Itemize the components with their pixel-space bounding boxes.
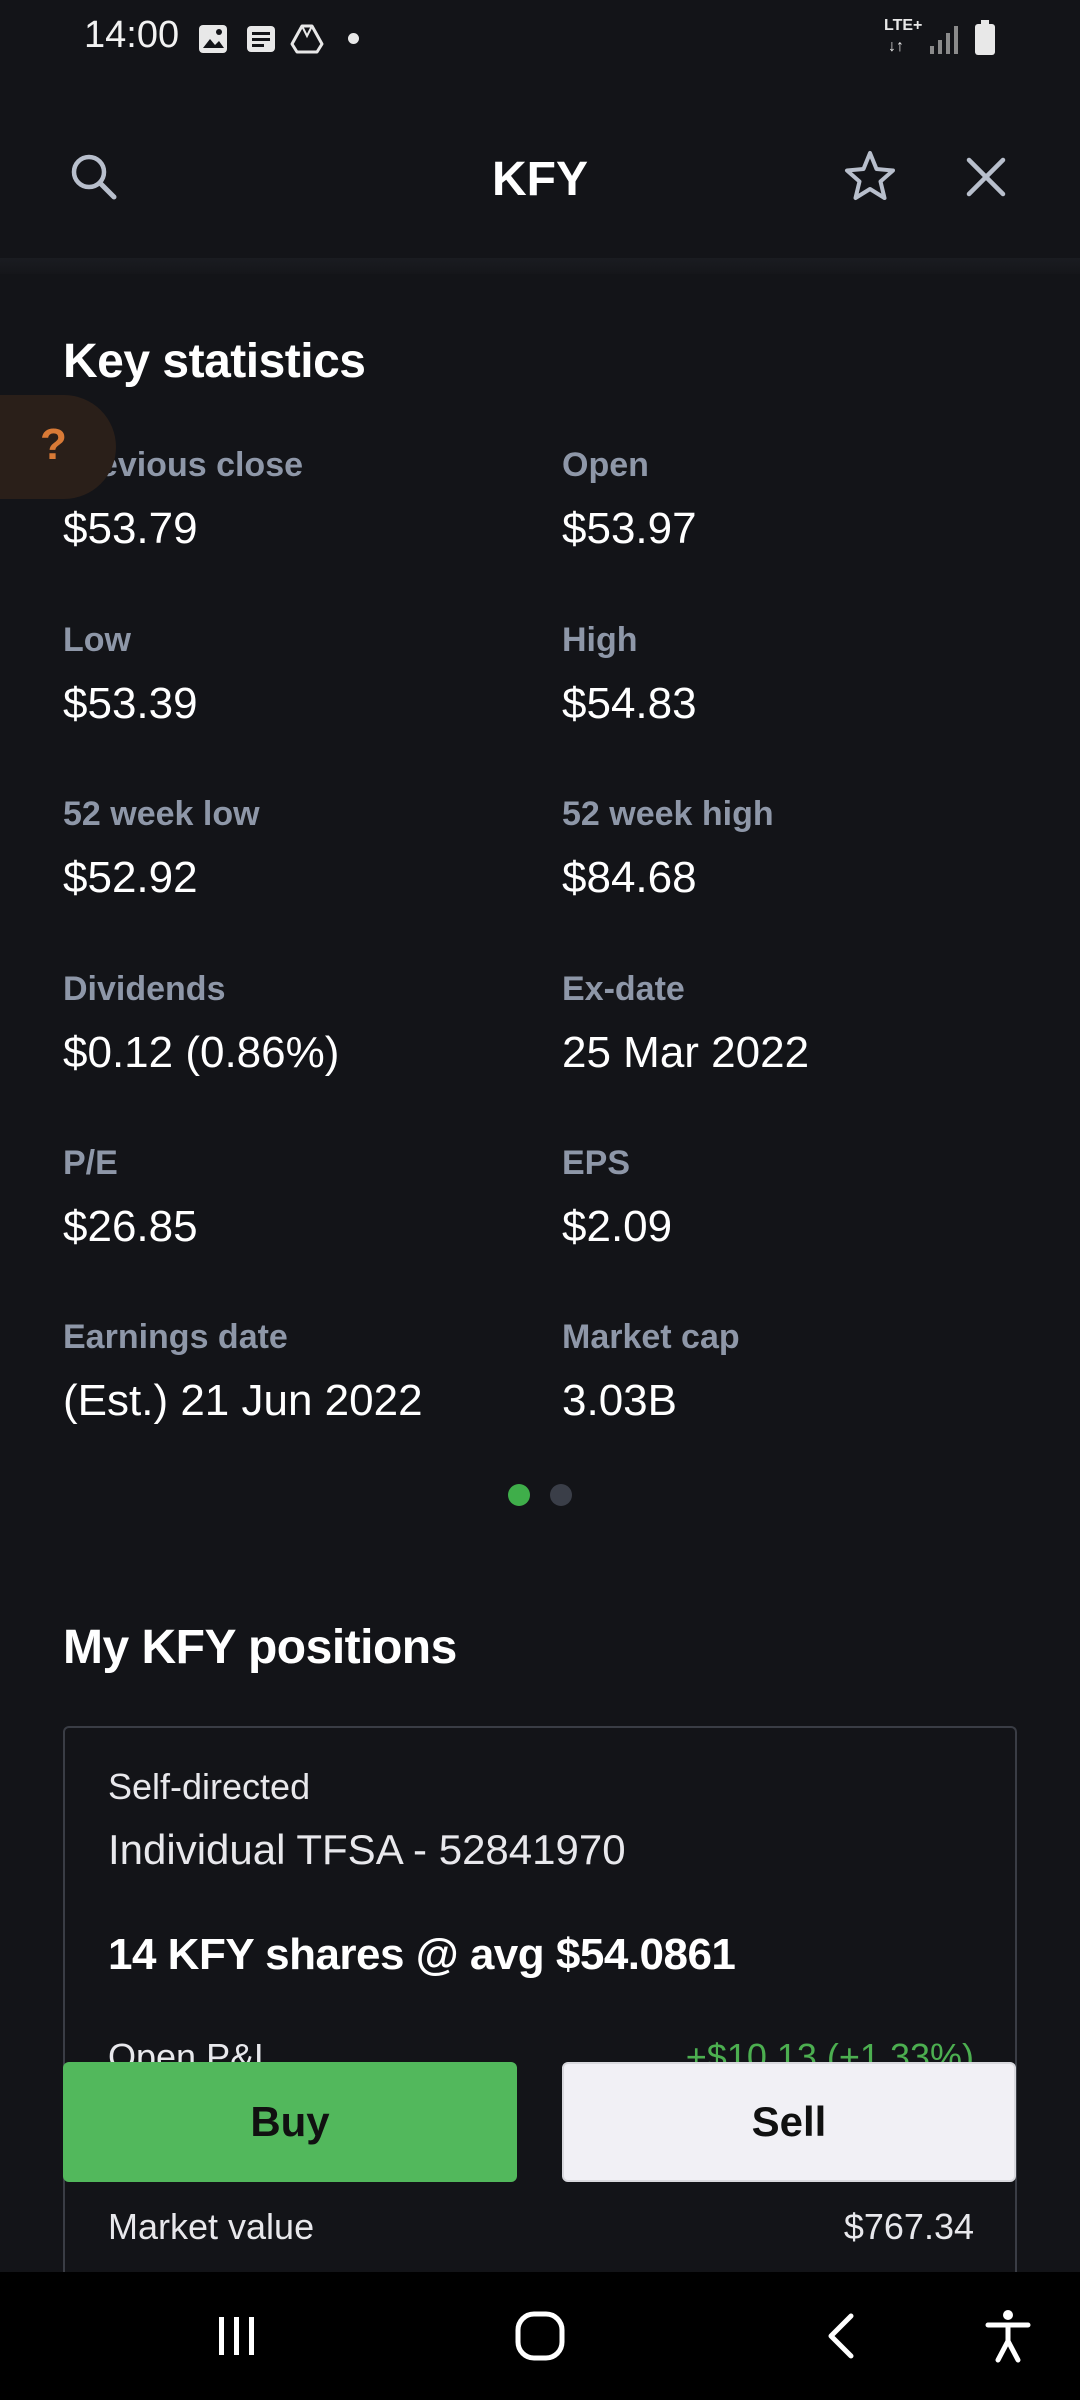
stat-eps: EPS $2.09 bbox=[562, 1144, 1022, 1252]
stat-value: $53.79 bbox=[63, 504, 198, 553]
stat-value: $54.83 bbox=[562, 679, 697, 728]
positions-title: My KFY positions bbox=[63, 1621, 457, 1674]
stat-open: Open $53.97 bbox=[562, 446, 1022, 554]
stat-value: $53.39 bbox=[63, 679, 198, 728]
help-icon[interactable]: ? bbox=[40, 420, 67, 470]
stat-label: High bbox=[562, 621, 638, 659]
close-button[interactable] bbox=[950, 141, 1022, 213]
stat-value: $0.12 (0.86%) bbox=[63, 1028, 340, 1077]
stat-high: High $54.83 bbox=[562, 621, 1022, 729]
stat-value: 3.03B bbox=[562, 1376, 677, 1425]
stat-ex-date: Ex-date 25 Mar 2022 bbox=[562, 970, 1022, 1078]
header-divider bbox=[0, 258, 1080, 274]
key-statistics-title: Key statistics bbox=[63, 335, 366, 388]
stat-label: Ex-date bbox=[562, 970, 685, 1008]
accessibility-icon bbox=[985, 2310, 1031, 2363]
stat-52-week-high: 52 week high $84.68 bbox=[562, 795, 1022, 903]
network-arrows: ↓↑ bbox=[888, 38, 904, 55]
pager-dot[interactable] bbox=[550, 1484, 572, 1506]
stat-label: 52 week high bbox=[562, 795, 774, 833]
sell-button[interactable]: Sell bbox=[562, 2062, 1016, 2182]
accessibility-button[interactable] bbox=[948, 2272, 1068, 2400]
stat-earnings-date: Earnings date (Est.) 21 Jun 2022 bbox=[63, 1318, 523, 1426]
star-icon bbox=[845, 151, 895, 200]
stat-value: $84.68 bbox=[562, 853, 697, 902]
watchlist-star-button[interactable] bbox=[834, 141, 906, 213]
stat-low: Low $53.39 bbox=[63, 621, 523, 729]
stat-label: Previous close bbox=[63, 446, 304, 484]
page-title: KFY bbox=[492, 153, 588, 206]
app-header: KFY bbox=[0, 100, 1080, 260]
stat-label: Market cap bbox=[562, 1318, 740, 1356]
pager-dot-active[interactable] bbox=[508, 1484, 530, 1506]
stat-label: Earnings date bbox=[63, 1318, 288, 1356]
stat-value: $2.09 bbox=[562, 1202, 673, 1251]
account-type: Self-directed bbox=[108, 1766, 311, 1807]
market-value-label: Market value bbox=[108, 2206, 315, 2247]
buy-button-label: Buy bbox=[250, 2098, 330, 2145]
close-icon bbox=[966, 157, 1006, 197]
market-value: $767.34 bbox=[843, 2206, 974, 2247]
notification-dot-icon bbox=[348, 33, 359, 44]
stat-value: $26.85 bbox=[63, 1202, 198, 1251]
stat-52-week-low: 52 week low $52.92 bbox=[63, 795, 523, 903]
open-pnl-value: +$10.13 (+1.33%) bbox=[685, 2036, 974, 2062]
back-icon bbox=[828, 2313, 854, 2359]
system-nav-bar bbox=[0, 2272, 1080, 2400]
stat-label: Low bbox=[63, 621, 131, 659]
message-icon bbox=[247, 26, 275, 52]
status-time: 14:00 bbox=[84, 14, 180, 56]
stat-value: $52.92 bbox=[63, 853, 198, 902]
stat-pe: P/E $26.85 bbox=[63, 1144, 523, 1252]
image-icon bbox=[199, 25, 227, 53]
stat-label: 52 week low bbox=[63, 795, 260, 833]
screen: 14:00 LTE+ ↓↑ KFY Key statistics Previou… bbox=[0, 0, 1080, 2400]
stat-label: Open bbox=[562, 446, 649, 484]
stat-label: P/E bbox=[63, 1144, 118, 1182]
buy-button[interactable]: Buy bbox=[63, 2062, 517, 2182]
stat-label: EPS bbox=[562, 1144, 631, 1182]
stat-market-cap: Market cap 3.03B bbox=[562, 1318, 1022, 1426]
drive-icon bbox=[290, 24, 324, 54]
position-card[interactable] bbox=[63, 1726, 1017, 2286]
stats-pager bbox=[0, 1484, 1080, 1508]
network-type: LTE+ bbox=[884, 17, 923, 34]
sell-button-label: Sell bbox=[751, 2098, 827, 2145]
open-pnl-row: Open P&L +$10.13 (+1.33%) bbox=[108, 2036, 974, 2062]
stat-previous-close: Previous close $53.79 bbox=[63, 446, 523, 554]
stat-label: Dividends bbox=[63, 970, 226, 1008]
recent-apps-button[interactable] bbox=[177, 2272, 297, 2400]
home-icon bbox=[515, 2311, 565, 2361]
signal-icon bbox=[930, 26, 958, 54]
back-button[interactable] bbox=[782, 2272, 902, 2400]
stat-value: 25 Mar 2022 bbox=[562, 1028, 810, 1077]
open-pnl-label: Open P&L bbox=[108, 2036, 275, 2062]
status-bar: 14:00 LTE+ ↓↑ bbox=[0, 0, 1080, 76]
stat-dividends: Dividends $0.12 (0.86%) bbox=[63, 970, 523, 1078]
stat-value: $53.97 bbox=[562, 504, 697, 553]
account-name: Individual TFSA - 52841970 bbox=[108, 1826, 626, 1873]
stat-value: (Est.) 21 Jun 2022 bbox=[63, 1376, 423, 1425]
battery-icon bbox=[975, 20, 995, 55]
recent-apps-icon bbox=[219, 2317, 254, 2355]
market-value-row: Market value $767.34 bbox=[108, 2206, 974, 2248]
home-button[interactable] bbox=[480, 2272, 600, 2400]
shares-summary: 14 KFY shares @ avg $54.0861 bbox=[108, 1930, 736, 1979]
